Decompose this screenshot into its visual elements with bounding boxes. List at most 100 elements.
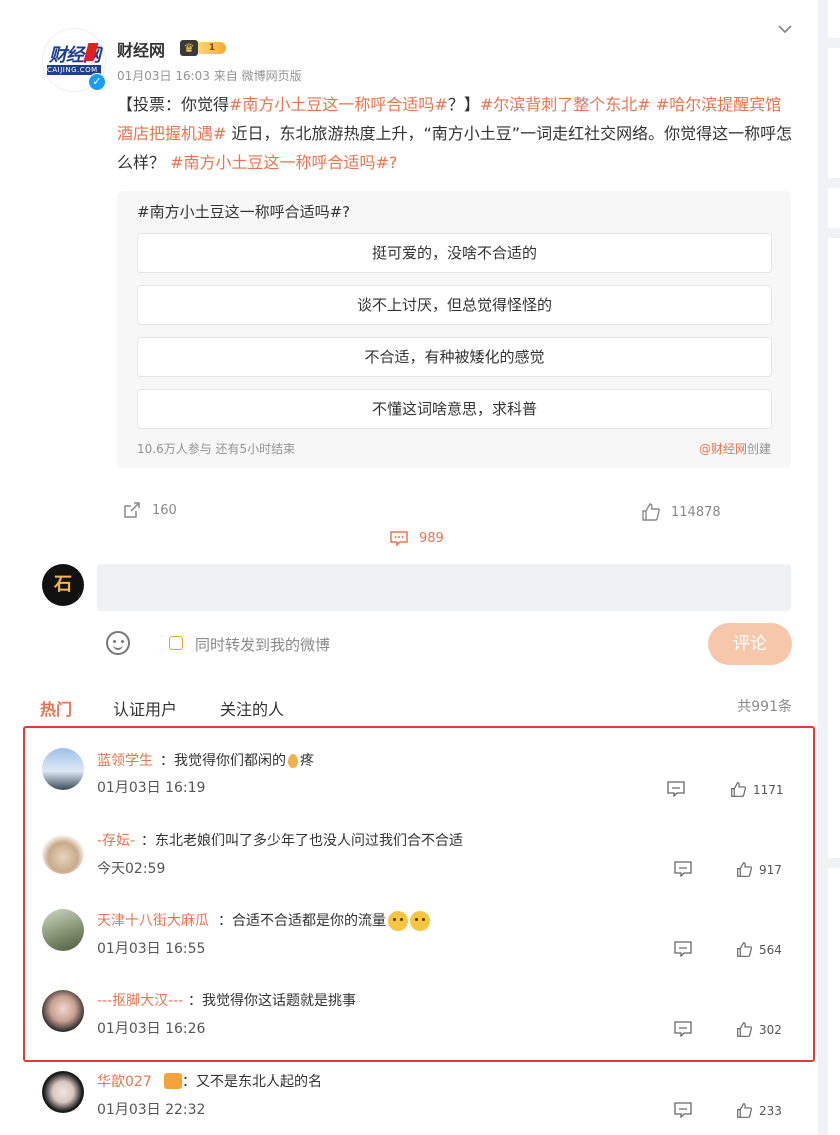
comment-text: ：我觉得你们都闲的疼: [160, 750, 314, 770]
like-count: 114878: [671, 504, 721, 520]
comment-like-count: 302: [759, 1022, 782, 1037]
comment-time: 01月03日 16:55: [97, 941, 206, 957]
thumbs-up-icon: [731, 782, 747, 797]
poll-option[interactable]: 挺可爱的，没啥不合适的: [137, 233, 772, 273]
commenter-name[interactable]: 天津十八街大麻瓜: [97, 910, 209, 930]
egg-emoji-icon: [288, 754, 298, 768]
rail-panel: [828, 868, 840, 1135]
forward-label[interactable]: 同时转发到我的微博: [195, 634, 330, 655]
comment-like-button[interactable]: 564: [736, 941, 782, 958]
chevron-down-icon[interactable]: [776, 20, 794, 38]
tab-following[interactable]: 关注的人: [220, 696, 284, 720]
commenter-avatar[interactable]: [42, 748, 84, 790]
comment-icon: [390, 531, 408, 547]
hashtag-link[interactable]: #南方小土豆这一称呼合适吗#?: [170, 153, 397, 172]
comment-like-button[interactable]: 233: [736, 1102, 782, 1119]
verified-icon: ✓: [88, 73, 106, 91]
comment-time: 01月03日 16:19: [97, 780, 206, 796]
reply-icon[interactable]: [674, 1021, 692, 1037]
thumbs-up-icon: [642, 503, 660, 521]
post-meta: 01月03日 16:03 来自 微博网页版: [117, 69, 302, 83]
hashtag-link[interactable]: #尔滨背刺了整个东北#: [480, 95, 651, 114]
commenter-avatar[interactable]: [42, 909, 84, 951]
commenter-avatar[interactable]: [42, 832, 84, 874]
comment-body: 疼: [300, 753, 314, 769]
poll-creator-suffix: 创建: [746, 442, 771, 456]
author-name[interactable]: 财经网: [117, 37, 165, 61]
crown-icon: ♛: [180, 40, 198, 56]
tab-hot[interactable]: 热门: [40, 696, 72, 720]
comment-like-button[interactable]: 1171: [730, 781, 784, 798]
tab-verified-users[interactable]: 认证用户: [113, 696, 177, 720]
poll-card: #南方小土豆这一称呼合适吗#? 挺可爱的，没啥不合适的 谈不上讨厌，但总觉得怪怪…: [117, 191, 791, 468]
comment-separator: ：: [141, 833, 155, 849]
poll-option[interactable]: 不懂这词啥意思，求科普: [137, 389, 772, 429]
emoji-icon[interactable]: [106, 631, 130, 655]
reply-icon[interactable]: [674, 1102, 692, 1118]
comment-item: -存妘- ：东北老娘们叫了多少年了也没人问过我们合不合适 今天02:59 917: [0, 820, 818, 900]
logo-subtext: CAIJING.COM: [47, 66, 98, 74]
post-text: 【投票：你觉得#南方小土豆这一称呼合适吗#？】#尔滨背刺了整个东北# #哈尔滨提…: [117, 90, 797, 177]
comment-separator: ：: [188, 993, 202, 1009]
share-count: 160: [152, 502, 177, 518]
thumbs-up-icon: [737, 942, 753, 957]
like-button[interactable]: 114878: [641, 500, 721, 524]
commenter-name[interactable]: ---抠脚大汉---: [97, 990, 183, 1010]
poll-creator: @财经网创建: [699, 440, 771, 457]
comment-item: ---抠脚大汉--- ：我觉得你这话题就是挑事 01月03日 16:26 302: [0, 980, 818, 1060]
hashtag-link[interactable]: #南方小土豆这一称呼合适吗#: [229, 95, 448, 114]
reply-icon[interactable]: [674, 941, 692, 957]
weibo-post-card: 财经网 CAIJING.COM ✓ 财经网 ♛ 1 01月03日 16:03 来…: [0, 0, 818, 1135]
comment-time: 今天02:59: [97, 861, 166, 877]
thumbs-up-icon: [737, 1103, 753, 1118]
post-text-segment: ？】: [447, 95, 480, 114]
comment-separator: ：: [218, 913, 232, 929]
comment-separator: ：: [182, 1074, 196, 1090]
comment-like-button[interactable]: 302: [736, 1021, 782, 1038]
commenter-name[interactable]: 蓝领学生: [97, 750, 153, 770]
comment-text: ：我觉得你这话题就是挑事: [188, 990, 356, 1010]
poll-creator-link[interactable]: @财经网: [699, 442, 747, 456]
comment-body: 我觉得你们都闲的: [174, 753, 286, 769]
submit-comment-button[interactable]: 评论: [708, 623, 792, 665]
comment-separator: ：: [160, 753, 174, 769]
comment-tabs: 热门 认证用户 关注的人 共991条: [0, 696, 818, 720]
post-action-bar: 160 989 114878: [0, 498, 818, 547]
poll-option[interactable]: 不合适，有种被矮化的感觉: [137, 337, 772, 377]
comment-like-count: 564: [759, 942, 782, 957]
comment-count: 989: [419, 530, 444, 546]
comment-text: ：又不是东北人起的名: [182, 1071, 322, 1091]
poll-option[interactable]: 谈不上讨厌，但总觉得怪怪的: [137, 285, 772, 325]
comment-body: 东北老娘们叫了多少年了也没人问过我们合不合适: [155, 833, 463, 849]
doge-emoji-icon: [388, 911, 408, 931]
my-avatar[interactable]: 石: [42, 564, 84, 606]
reply-icon[interactable]: [667, 781, 685, 797]
commenter-avatar[interactable]: [42, 990, 84, 1032]
comment-body: 又不是东北人起的名: [196, 1074, 322, 1090]
vip-badge-icon: [164, 1073, 182, 1089]
share-button[interactable]: 160: [122, 498, 177, 522]
rail-panel: [828, 48, 840, 178]
post-text-segment: 【投票：你觉得: [117, 95, 230, 114]
member-badge[interactable]: ♛ 1: [180, 40, 226, 56]
comment-body: 我觉得你这话题就是挑事: [202, 993, 356, 1009]
poll-question: #南方小土豆这一称呼合适吗#?: [137, 203, 351, 221]
commenter-name[interactable]: -存妘-: [97, 830, 135, 850]
comment-text: ：东北老娘们叫了多少年了也没人问过我们合不合适: [141, 830, 463, 850]
share-icon: [124, 502, 140, 518]
comment-body: 合适不合适都是你的流量: [232, 913, 386, 929]
forward-checkbox[interactable]: [169, 636, 183, 650]
thumbs-up-icon: [737, 1022, 753, 1037]
comment-like-count: 917: [759, 862, 782, 877]
comment-time: 01月03日 16:26: [97, 1021, 206, 1037]
rail-panel: [828, 238, 840, 858]
comment-text: ：合适不合适都是你的流量: [218, 910, 430, 931]
commenter-avatar[interactable]: [42, 1071, 84, 1113]
comment-like-count: 1171: [753, 782, 784, 797]
thumbs-up-icon: [737, 862, 753, 877]
comment-like-button[interactable]: 917: [736, 861, 782, 878]
comment-input[interactable]: [97, 564, 791, 611]
reply-icon[interactable]: [674, 861, 692, 877]
comment-time: 01月03日 22:32: [97, 1102, 206, 1118]
commenter-name[interactable]: 华歆027: [97, 1071, 152, 1091]
